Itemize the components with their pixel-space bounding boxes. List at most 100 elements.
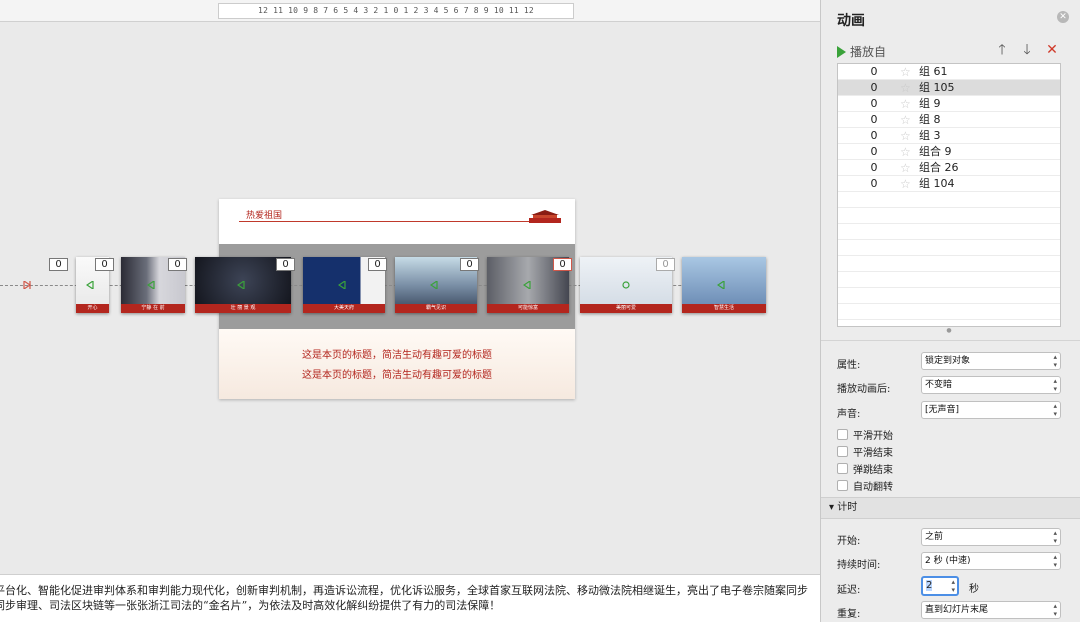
move-down-icon[interactable]: 🡓: [1020, 42, 1034, 58]
play-from-button[interactable]: 播放自: [837, 43, 886, 60]
auto-reverse-checkbox[interactable]: 自动翻转: [837, 478, 893, 493]
path-end-marker-icon[interactable]: [23, 281, 31, 289]
path-start-marker-icon[interactable]: [717, 281, 725, 289]
star-icon: ☆: [900, 97, 911, 111]
divider: [821, 340, 1080, 341]
star-icon: ☆: [900, 81, 911, 95]
start-value: 之前: [925, 532, 944, 542]
delay-input[interactable]: 2 ▴ ▾: [921, 576, 959, 596]
star-icon: ☆: [900, 145, 911, 159]
stepper-icon: ▴ ▾: [1053, 353, 1057, 369]
delay-unit: 秒: [969, 584, 979, 595]
animation-list-item[interactable]: 0 ☆ 组 3: [838, 128, 1060, 144]
slide-canvas[interactable]: 12 11 10 9 8 7 6 5 4 3 2 1 0 1 2 3 4 5 6…: [0, 0, 820, 622]
ruler-scale: 12 11 10 9 8 7 6 5 4 3 2 1 0 1 2 3 4 5 6…: [218, 3, 574, 19]
animation-delay: 0: [870, 145, 878, 158]
animation-order-badge[interactable]: 0: [368, 258, 387, 271]
delete-animation-icon[interactable]: ✕: [1045, 42, 1059, 58]
empty-list-row: [838, 304, 1060, 320]
stepper-icon[interactable]: ▴ ▾: [951, 578, 955, 594]
slide-subtitle-1: 这是本页的标题，简洁生动有趣可爱的标题: [302, 350, 492, 361]
checkbox-box[interactable]: [837, 463, 848, 474]
animation-name: 组 105: [919, 81, 955, 94]
animation-delay: 0: [870, 161, 878, 174]
duration-value: 2 秒 (中速): [925, 556, 971, 566]
animation-order-badge[interactable]: 0: [168, 258, 187, 271]
animation-list[interactable]: 0 ☆ 组 61 0 ☆ 组 105 0 ☆ 组 9 0 ☆ 组 8 0 ☆ 组 3 0 ☆ 组合 9 …: [837, 63, 1061, 327]
timing-section-header[interactable]: ▾ 计时: [821, 497, 1080, 519]
path-point-marker-icon[interactable]: [622, 281, 630, 289]
path-start-marker-icon[interactable]: [523, 281, 531, 289]
empty-list-row: [838, 272, 1060, 288]
animation-delay: 0: [870, 113, 878, 126]
animation-list-item[interactable]: 0 ☆ 组 9: [838, 96, 1060, 112]
empty-list-row: [838, 224, 1060, 240]
speaker-notes[interactable]: 平台化、智能化促进审判体系和审判能力现代化，创新审判机制，再造诉讼流程，优化诉讼…: [0, 574, 820, 622]
repeat-select[interactable]: 直到幻灯片末尾 ▴ ▾: [921, 601, 1061, 619]
animation-list-item[interactable]: 0 ☆ 组 104: [838, 176, 1060, 192]
animation-order-badge[interactable]: 0: [460, 258, 479, 271]
animation-order-badge[interactable]: 0: [656, 258, 675, 271]
animation-order-badge[interactable]: 0: [49, 258, 68, 271]
animation-list-item[interactable]: 0 ☆ 组合 9: [838, 144, 1060, 160]
stepper-icon: ▴ ▾: [1053, 377, 1057, 393]
animation-name: 组合 9: [919, 145, 952, 158]
move-up-icon[interactable]: 🡑: [995, 42, 1009, 58]
empty-list-row: [838, 192, 1060, 208]
animation-list-item-selected[interactable]: 0 ☆ 组 105: [838, 80, 1060, 96]
sound-label: 声音:: [837, 409, 861, 420]
animation-list-item[interactable]: 0 ☆ 组 61: [838, 64, 1060, 80]
thumbnail-label: 智慧生活: [682, 304, 766, 313]
slide-subtitle-2: 这是本页的标题，简洁生动有趣可爱的标题: [302, 370, 492, 381]
stepper-icon: ▴ ▾: [1053, 529, 1057, 545]
animation-name: 组合 26: [919, 161, 959, 174]
checkbox-label: 平滑结束: [853, 448, 893, 459]
animation-delay: 0: [870, 97, 878, 110]
sound-value: [无声音]: [925, 405, 960, 415]
checkbox-box[interactable]: [837, 446, 848, 457]
resize-grip-icon[interactable]: ●: [837, 327, 1061, 335]
pane-title: 动画: [837, 13, 865, 29]
star-icon: ☆: [900, 129, 911, 143]
thumbnail-label: 美丽可爱: [580, 304, 672, 313]
path-start-marker-icon[interactable]: [86, 281, 94, 289]
animation-delay: 0: [870, 177, 878, 190]
animation-list-item[interactable]: 0 ☆ 组合 26: [838, 160, 1060, 176]
star-icon: ☆: [900, 65, 911, 79]
path-start-marker-icon[interactable]: [147, 281, 155, 289]
notes-line-2: 同步审理、司法区块链等一张张浙江司法的“金名片”，为依法及时高效化解纠纷提供了有…: [0, 599, 501, 612]
stepper-icon: ▴ ▾: [1053, 602, 1057, 618]
path-start-marker-icon[interactable]: [338, 281, 346, 289]
after-animation-label: 播放动画后:: [837, 384, 891, 395]
smooth-start-checkbox[interactable]: 平滑开始: [837, 427, 893, 442]
animation-delay: 0: [870, 65, 878, 78]
animation-delay: 0: [870, 129, 878, 142]
animation-order-badge[interactable]: 0: [95, 258, 114, 271]
checkbox-box[interactable]: [837, 480, 848, 491]
thumbnail-label: 宁静 在 前: [121, 304, 185, 313]
path-start-marker-icon[interactable]: [237, 281, 245, 289]
bounce-end-checkbox[interactable]: 弹跳结束: [837, 461, 893, 476]
path-start-marker-icon[interactable]: [430, 281, 438, 289]
checkbox-box[interactable]: [837, 429, 848, 440]
start-label: 开始:: [837, 536, 861, 547]
disclosure-triangle-icon: ▾: [829, 502, 835, 513]
repeat-value: 直到幻灯片末尾: [925, 605, 989, 615]
smooth-end-checkbox[interactable]: 平滑结束: [837, 444, 893, 459]
attribute-select[interactable]: 锁定到对象 ▴ ▾: [921, 352, 1061, 370]
delay-label: 延迟:: [837, 585, 861, 596]
after-animation-select[interactable]: 不变暗 ▴ ▾: [921, 376, 1061, 394]
play-from-label: 播放自: [850, 45, 887, 59]
animation-order-badge[interactable]: 0: [553, 258, 572, 271]
animation-list-item[interactable]: 0 ☆ 组 8: [838, 112, 1060, 128]
sound-select[interactable]: [无声音] ▴ ▾: [921, 401, 1061, 419]
animation-order-badge[interactable]: 0: [276, 258, 295, 271]
animation-name: 组 3: [919, 129, 941, 142]
thumbnail-label: 大美天府: [303, 304, 385, 313]
duration-select[interactable]: 2 秒 (中速) ▴ ▾: [921, 552, 1061, 570]
animation-name: 组 61: [919, 65, 948, 78]
start-select[interactable]: 之前 ▴ ▾: [921, 528, 1061, 546]
animation-name: 组 9: [919, 97, 941, 110]
close-pane-button[interactable]: ✕: [1057, 11, 1069, 23]
star-icon: ☆: [900, 161, 911, 175]
